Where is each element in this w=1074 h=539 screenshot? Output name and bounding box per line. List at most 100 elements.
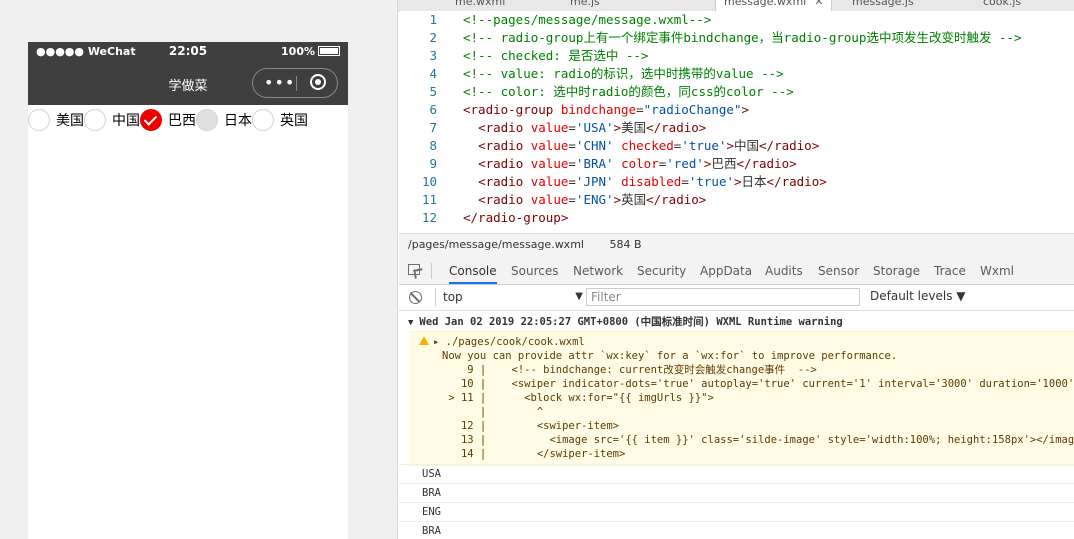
- code-line[interactable]: 8 <radio value='CHN' checked='true'>中国</…: [399, 137, 1074, 155]
- code-line[interactable]: 12 </radio-group>: [399, 209, 1074, 227]
- file-tab[interactable]: message.js: [852, 0, 914, 8]
- warning-line-text: 13 | <image src='{{ item }}' class='sild…: [442, 434, 1074, 446]
- context-select[interactable]: top ▼: [435, 288, 583, 306]
- phone-nav-bar: 学做菜 •••: [28, 62, 348, 105]
- close-miniprogram-icon[interactable]: [310, 74, 326, 90]
- line-number: 7: [429, 120, 437, 135]
- warning-line-text: | ^: [442, 406, 544, 418]
- code-line[interactable]: 5 <!-- color: 选中时radio的颜色，同css的color -->: [399, 83, 1074, 101]
- radio-option[interactable]: 美国: [28, 106, 84, 134]
- line-number: 8: [429, 138, 437, 153]
- code-line[interactable]: 1 <!--pages/message/message.wxml-->: [399, 11, 1074, 29]
- code-text: <radio value='ENG'>英国</radio>: [478, 192, 707, 207]
- battery-status: 100%: [281, 45, 340, 58]
- radio-circle-icon: [84, 109, 106, 131]
- file-tab-label: message.js: [852, 0, 914, 8]
- clear-console-icon[interactable]: [409, 291, 422, 304]
- devtools-tab[interactable]: AppData: [700, 258, 752, 284]
- radio-option[interactable]: 英国: [252, 106, 308, 134]
- more-menu-icon[interactable]: •••: [264, 75, 295, 91]
- radio-circle-icon: [196, 109, 218, 131]
- line-number: 10: [421, 174, 437, 189]
- filter-input[interactable]: Filter: [586, 288, 860, 306]
- code-text: <radio value='CHN' checked='true'>中国</ra…: [478, 138, 820, 153]
- warning-text-line: 10 | <swiper indicator-dots='true' autop…: [409, 377, 1074, 391]
- devtools-tab[interactable]: Wxml: [980, 258, 1014, 284]
- radio-option: 日本: [196, 106, 252, 134]
- file-tab-label: me.wxml: [455, 0, 506, 8]
- code-line[interactable]: 4 <!-- value: radio的标识，选中时携带的value -->: [399, 65, 1074, 83]
- line-number: 12: [421, 210, 437, 225]
- phone-simulator: ●●●●● WeChat 22:05 100% 学做菜 ••• 美国 中国 巴西 日本…: [28, 42, 348, 539]
- code-line[interactable]: 7 <radio value='USA'>美国</radio>: [399, 119, 1074, 137]
- battery-percent: 100%: [281, 45, 315, 58]
- code-line[interactable]: 6 <radio-group bindchange="radioChange">: [399, 101, 1074, 119]
- radio-option[interactable]: 巴西: [140, 106, 196, 134]
- file-tab-label: me.js: [570, 0, 600, 8]
- devtools-tab[interactable]: Security: [637, 258, 686, 284]
- code-line[interactable]: 9 <radio value='BRA' color='red'>巴西</rad…: [399, 155, 1074, 173]
- warning-line-text: Now you can provide attr `wx:key` for a …: [442, 350, 898, 362]
- code-text: <!-- color: 选中时radio的颜色，同css的color -->: [463, 84, 794, 99]
- radio-checked-icon: [140, 109, 162, 131]
- code-line[interactable]: 11 <radio value='ENG'>英国</radio>: [399, 191, 1074, 209]
- console-output: ▼ Wed Jan 02 2019 22:05:27 GMT+0800 (中国标准…: [399, 311, 1074, 539]
- line-number: 9: [429, 156, 437, 171]
- file-tab[interactable]: message.wxml ✕: [715, 0, 833, 11]
- file-tab[interactable]: me.wxml: [455, 0, 505, 8]
- line-number: 5: [429, 84, 437, 99]
- warning-text-line: 9 | <!-- bindchange: current改变时会触发change…: [409, 363, 1074, 377]
- code-line[interactable]: 3 <!-- checked: 是否选中 -->: [399, 47, 1074, 65]
- radio-circle-icon: [28, 109, 50, 131]
- close-tab-icon[interactable]: ✕: [814, 0, 823, 8]
- collapse-triangle-icon[interactable]: ▼: [408, 318, 413, 328]
- code-text: <radio value='BRA' color='red'>巴西</radio…: [478, 156, 797, 171]
- miniprogram-capsule: •••: [252, 68, 338, 98]
- radio-label: 巴西: [168, 113, 196, 129]
- file-size: 584 B: [609, 238, 642, 251]
- console-log-row: BRA: [399, 483, 1074, 501]
- warning-text-line: 12 | <swiper-item>: [409, 419, 1074, 433]
- file-path-bar: /pages/message/message.wxml 584 B: [399, 233, 1074, 259]
- radio-label: 中国: [112, 113, 140, 129]
- log-levels-select[interactable]: Default levels ▼: [870, 289, 966, 303]
- dropdown-arrow-icon: ▼: [575, 291, 583, 302]
- devtools-tab[interactable]: Sources: [511, 258, 558, 284]
- line-number: 1: [429, 12, 437, 27]
- warning-line-text: 12 | <swiper-item>: [442, 420, 620, 432]
- warning-text-line: 14 | </swiper-item>: [409, 447, 1074, 461]
- devtools-tab[interactable]: Console: [449, 258, 497, 284]
- inspect-element-icon[interactable]: [408, 264, 420, 275]
- file-tab[interactable]: me.js: [570, 0, 600, 8]
- warning-source-link[interactable]: ▸ ./pages/cook/cook.wxml: [409, 335, 1074, 349]
- devtools-tab[interactable]: Audits: [765, 258, 803, 284]
- console-group-header[interactable]: ▼ Wed Jan 02 2019 22:05:27 GMT+0800 (中国标准…: [399, 311, 1074, 331]
- warning-text-line: Now you can provide attr `wx:key` for a …: [409, 349, 1074, 363]
- devtools-tab[interactable]: Storage: [873, 258, 920, 284]
- code-line[interactable]: 2 <!-- radio-group上有一个绑定事件bindchange，当rad…: [399, 29, 1074, 47]
- warning-text-line: 13 | <image src='{{ item }}' class='sild…: [409, 433, 1074, 447]
- code-line[interactable]: 10 <radio value='JPN' disabled='true'>日本…: [399, 173, 1074, 191]
- warning-line-text: 9 | <!-- bindchange: current改变时会触发change…: [442, 364, 817, 376]
- code-editor[interactable]: 1 <!--pages/message/message.wxml--> 2 <!-- …: [399, 11, 1074, 233]
- console-group-title: Wed Jan 02 2019 22:05:27 GMT+0800 (中国标准时…: [419, 316, 843, 328]
- devtools-tab[interactable]: Sensor: [818, 258, 859, 284]
- radio-option[interactable]: 中国: [84, 106, 140, 134]
- battery-icon: [318, 46, 340, 56]
- console-filter-bar: top ▼ Filter Default levels ▼: [399, 285, 1074, 311]
- radio-circle-icon: [252, 109, 274, 131]
- file-tab[interactable]: cook.js: [983, 0, 1021, 8]
- line-number: 4: [429, 66, 437, 81]
- line-number: 3: [429, 48, 437, 63]
- line-number: 6: [429, 102, 437, 117]
- devtools-tab[interactable]: Trace: [934, 258, 966, 284]
- console-log-row: BRA: [399, 521, 1074, 539]
- toolbar-divider: [431, 263, 432, 279]
- capsule-divider: [296, 76, 297, 91]
- warning-line-text: ▸ ./pages/cook/cook.wxml: [433, 336, 585, 348]
- code-text: <!-- checked: 是否选中 -->: [463, 48, 649, 63]
- code-text: <radio value='USA'>美国</radio>: [478, 120, 707, 135]
- code-text: <radio value='JPN' disabled='true'>日本</r…: [478, 174, 827, 189]
- devtools-tab[interactable]: Network: [573, 258, 623, 284]
- radio-label: 英国: [280, 113, 308, 129]
